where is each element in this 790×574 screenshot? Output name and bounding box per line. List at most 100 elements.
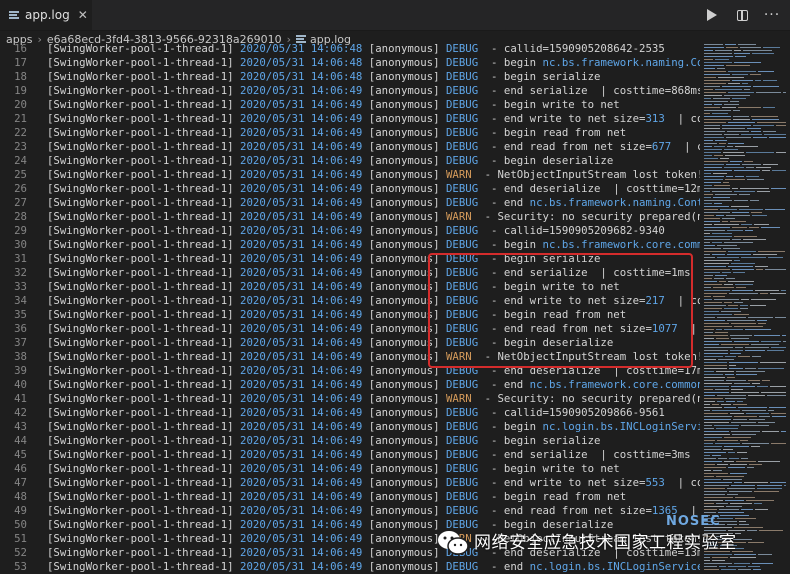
line-number: 17 — [14, 56, 27, 69]
minimap-stroke — [728, 305, 738, 307]
log-class-reference: nc.bs.framework.naming.Context.lookup — [542, 56, 700, 69]
minimap-stroke — [752, 383, 760, 385]
minimap-stroke — [762, 170, 770, 172]
log-time: 14:06:49 — [310, 168, 363, 181]
minimap-stroke — [704, 44, 723, 46]
minimap-stroke — [715, 275, 727, 277]
minimap-stroke — [758, 422, 775, 424]
minimap-stroke — [734, 236, 757, 238]
minimap-stroke — [704, 104, 712, 106]
log-time: 14:06:49 — [310, 434, 363, 447]
minimap-stroke — [752, 119, 779, 121]
split-editor-icon — [736, 9, 748, 21]
minimap-stroke — [704, 503, 714, 505]
log-date: 2020/05/31 — [240, 294, 305, 307]
minimap-stroke — [704, 458, 716, 460]
tab-app-log[interactable]: app.log ✕ — [0, 0, 92, 30]
log-text: [SwingWorker-pool-1-thread-1] 2020/05/31… — [47, 182, 700, 196]
minimap-stroke — [704, 497, 733, 499]
minimap-stroke — [733, 272, 745, 274]
minimap-stroke — [748, 317, 773, 319]
minimap-stroke — [742, 164, 761, 166]
line-number: 23 — [14, 140, 27, 153]
log-time: 14:06:49 — [310, 350, 363, 363]
minimap-stroke — [758, 368, 784, 370]
minimap-stroke — [704, 218, 720, 220]
minimap-stroke — [752, 215, 767, 217]
minimap-stroke — [733, 116, 749, 118]
minimap-stroke — [732, 434, 756, 436]
log-line: 20 [SwingWorker-pool-1-thread-1] 2020/05/… — [0, 98, 700, 112]
minimap-stroke — [704, 473, 728, 475]
log-text: [SwingWorker-pool-1-thread-1] 2020/05/31… — [47, 112, 700, 126]
minimap-stroke — [732, 239, 741, 241]
minimap-stroke — [732, 227, 747, 229]
minimap-stroke — [770, 386, 786, 388]
log-message: - begin — [491, 238, 543, 251]
split-editor-button[interactable] — [732, 5, 752, 25]
minimap-stroke — [731, 338, 749, 340]
minimap-stroke — [704, 338, 714, 340]
line-number: 49 — [14, 504, 27, 517]
minimap-stroke — [723, 449, 733, 451]
minimap[interactable] — [700, 42, 790, 574]
minimap-stroke — [704, 53, 732, 55]
minimap-stroke — [749, 419, 765, 421]
minimap-stroke — [771, 188, 786, 190]
minimap-stroke — [735, 176, 744, 178]
log-thread: [SwingWorker-pool-1-thread-1] — [47, 98, 234, 111]
minimap-stroke — [783, 341, 786, 343]
minimap-stroke — [744, 161, 753, 163]
log-line: 18 [SwingWorker-pool-1-thread-1] 2020/05/… — [0, 70, 700, 84]
minimap-stroke — [734, 50, 741, 52]
minimap-stroke — [715, 443, 740, 445]
log-date: 2020/05/31 — [240, 98, 305, 111]
minimap-stroke — [737, 452, 747, 454]
log-date: 2020/05/31 — [240, 280, 305, 293]
log-level: DEBUG — [445, 126, 479, 139]
minimap-stroke — [727, 377, 735, 379]
log-date: 2020/05/31 — [240, 518, 305, 531]
log-user: [anonymous] — [368, 224, 440, 237]
run-button[interactable] — [702, 5, 722, 25]
minimap-stroke — [743, 50, 772, 52]
minimap-stroke — [724, 329, 743, 331]
log-time: 14:06:49 — [310, 504, 363, 517]
minimap-stroke — [704, 326, 732, 328]
log-time: 14:06:49 — [310, 560, 363, 573]
log-date: 2020/05/31 — [240, 112, 305, 125]
minimap-stroke — [758, 251, 785, 253]
minimap-stroke — [738, 44, 756, 46]
minimap-stroke — [704, 152, 721, 154]
minimap-stroke — [732, 212, 749, 214]
log-line: 41 [SwingWorker-pool-1-thread-1] 2020/05/… — [0, 392, 700, 406]
minimap-stroke — [728, 251, 756, 253]
minimap-stroke — [726, 380, 746, 382]
line-number: 20 — [14, 98, 27, 111]
line-number: 26 — [14, 182, 27, 195]
log-thread: [SwingWorker-pool-1-thread-1] — [47, 336, 234, 349]
minimap-stroke — [740, 47, 761, 49]
log-message: - end — [491, 196, 530, 209]
minimap-stroke — [704, 323, 729, 325]
minimap-stroke — [769, 407, 786, 409]
log-thread: [SwingWorker-pool-1-thread-1] — [47, 224, 234, 237]
log-thread: [SwingWorker-pool-1-thread-1] — [47, 70, 234, 83]
minimap-stroke — [735, 146, 758, 148]
minimap-stroke — [732, 98, 746, 100]
minimap-stroke — [751, 116, 778, 118]
minimap-stroke — [750, 200, 759, 202]
minimap-stroke — [750, 305, 766, 307]
close-icon[interactable]: ✕ — [78, 8, 88, 22]
more-actions-button[interactable]: ··· — [762, 5, 782, 25]
log-user: [anonymous] — [368, 462, 440, 475]
minimap-stroke — [722, 125, 751, 127]
minimap-stroke — [704, 89, 713, 91]
log-user: [anonymous] — [368, 420, 440, 433]
minimap-stroke — [753, 125, 774, 127]
minimap-stroke — [704, 92, 726, 94]
log-time: 14:06:49 — [310, 378, 363, 391]
minimap-stroke — [721, 344, 749, 346]
minimap-stroke — [704, 335, 728, 337]
log-time: 14:06:49 — [310, 112, 363, 125]
